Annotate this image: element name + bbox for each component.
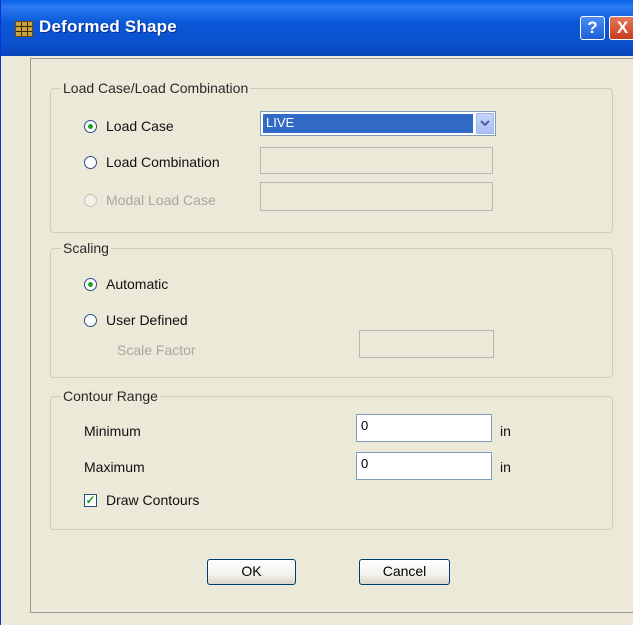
automatic-radio[interactable]: Automatic (84, 276, 168, 292)
cancel-button[interactable]: Cancel (359, 559, 450, 585)
draw-contours-label: Draw Contours (106, 492, 200, 508)
load-case-selected-value: LIVE (263, 114, 473, 133)
load-combination-field (260, 147, 493, 174)
load-combination-radio[interactable]: Load Combination (84, 154, 220, 170)
user-defined-label: User Defined (106, 312, 188, 328)
modal-load-case-label: Modal Load Case (106, 192, 216, 208)
automatic-radio-button[interactable] (84, 277, 97, 291)
contour-range-group-title: Contour Range (61, 388, 160, 404)
load-case-dropdown[interactable]: LIVE (260, 111, 496, 136)
load-case-radio-button[interactable] (84, 119, 97, 133)
modal-load-case-radio: Modal Load Case (84, 192, 216, 208)
minimum-row: Minimum (84, 423, 141, 439)
app-icon (15, 21, 33, 37)
maximum-row: Maximum (84, 459, 145, 475)
radio-selected-dot (88, 123, 93, 129)
maximum-label: Maximum (84, 459, 145, 475)
chevron-down-icon[interactable] (476, 113, 494, 134)
draw-contours-checkbox[interactable]: ✓ Draw Contours (84, 492, 199, 508)
minimum-unit: in (500, 423, 511, 439)
title-bar[interactable]: Deformed Shape ? X (1, 0, 633, 56)
radio-selected-dot (88, 281, 93, 287)
user-defined-radio[interactable]: User Defined (84, 312, 188, 328)
modal-load-case-field (260, 182, 493, 211)
minimum-field[interactable]: 0 (356, 414, 492, 442)
automatic-label: Automatic (106, 276, 169, 292)
maximum-field[interactable]: 0 (356, 452, 492, 480)
help-button[interactable]: ? (580, 16, 605, 40)
scale-factor-label: Scale Factor (117, 342, 196, 358)
scale-factor-field (359, 330, 494, 358)
load-case-radio[interactable]: Load Case (84, 118, 174, 134)
dialog-body: Load Case/Load Combination Load Case LIV… (30, 58, 633, 613)
load-combination-label: Load Combination (106, 154, 220, 170)
user-defined-radio-button[interactable] (84, 313, 97, 327)
scale-factor-row: Scale Factor (117, 342, 196, 358)
close-button[interactable]: X (609, 16, 633, 40)
load-case-group-title: Load Case/Load Combination (61, 80, 251, 96)
maximum-unit: in (500, 459, 511, 475)
minimum-label: Minimum (84, 423, 141, 439)
scaling-group-title: Scaling (61, 240, 111, 256)
window-title: Deformed Shape (39, 17, 177, 36)
checkmark-icon[interactable]: ✓ (84, 493, 97, 507)
deformed-shape-dialog: Deformed Shape ? X Load Case/Load Combin… (0, 0, 633, 625)
load-case-label: Load Case (106, 118, 174, 134)
ok-button[interactable]: OK (207, 559, 296, 585)
modal-load-case-radio-button (84, 193, 97, 207)
load-combination-radio-button[interactable] (84, 155, 97, 169)
